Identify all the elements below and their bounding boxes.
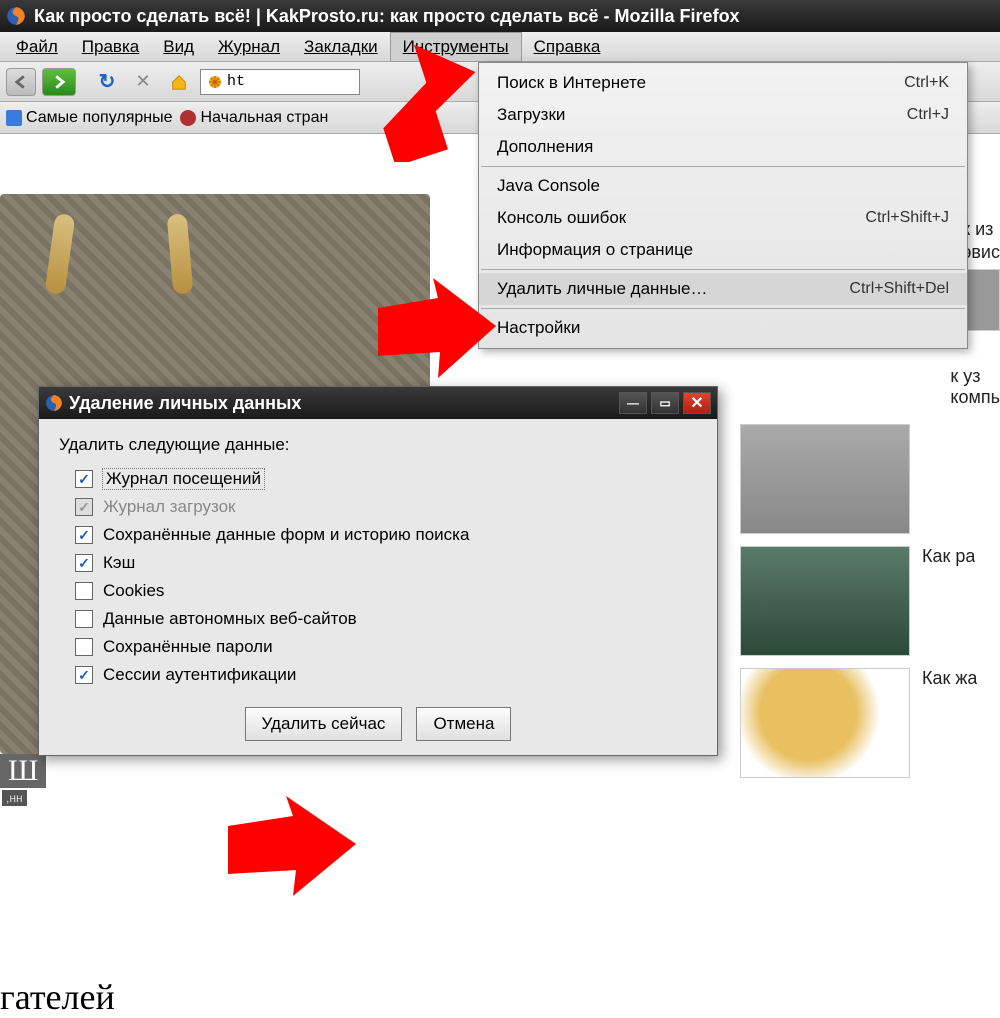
- checkbox[interactable]: [75, 638, 93, 656]
- checkbox-label: Данные автономных веб-сайтов: [103, 609, 357, 629]
- dialog-titlebar[interactable]: Удаление личных данных — ▭ ✕: [39, 387, 717, 419]
- menubar: Файл Правка Вид Журнал Закладки Инструме…: [0, 32, 1000, 62]
- checkbox[interactable]: [75, 582, 93, 600]
- checkbox[interactable]: [75, 470, 93, 488]
- checkbox[interactable]: [75, 610, 93, 628]
- menu-help[interactable]: Справка: [522, 33, 613, 61]
- text-fragment: компь: [950, 387, 1000, 408]
- thumbnail[interactable]: [740, 424, 910, 534]
- menu-item-label: Информация о странице: [497, 240, 693, 260]
- checkbox-label: Кэш: [103, 553, 135, 573]
- reload-button[interactable]: ↻: [92, 68, 122, 96]
- annotation-arrow-3: [228, 796, 358, 906]
- menu-item[interactable]: Информация о странице: [479, 234, 967, 266]
- menu-item[interactable]: Дополнения: [479, 131, 967, 163]
- bookmark-label: Самые популярные: [26, 109, 172, 127]
- text-fragment: к уз: [950, 366, 1000, 387]
- bookmark-startpage[interactable]: Начальная стран: [180, 109, 328, 127]
- checkbox-row[interactable]: Журнал посещений: [59, 465, 697, 493]
- menu-item[interactable]: Java Console: [479, 170, 967, 202]
- checkbox-label: Журнал посещений: [103, 469, 264, 489]
- stop-button[interactable]: ✕: [128, 68, 158, 96]
- maximize-button[interactable]: ▭: [651, 392, 679, 414]
- bookmark-popular[interactable]: Самые популярные: [6, 109, 172, 127]
- checkbox[interactable]: [75, 526, 93, 544]
- checkbox[interactable]: [75, 554, 93, 572]
- menu-item-label: Удалить личные данные…: [497, 279, 708, 299]
- checkbox-row[interactable]: Cookies: [59, 577, 697, 605]
- checkbox-label: Сохранённые данные форм и историю поиска: [103, 525, 469, 545]
- thumb-label: Как жа: [922, 668, 977, 689]
- thumb-label: Как ра: [922, 546, 975, 567]
- checkbox: [75, 498, 93, 516]
- annotation-arrow-2: [378, 278, 498, 388]
- menu-item-label: Настройки: [497, 318, 580, 338]
- thumbnail[interactable]: [740, 546, 910, 656]
- site-favicon-icon: [207, 74, 223, 90]
- checkbox-row[interactable]: Кэш: [59, 549, 697, 577]
- checkbox-row[interactable]: Данные автономных веб-сайтов: [59, 605, 697, 633]
- overlay-letter: Ш: [0, 754, 46, 788]
- tiny-caption: ,нн: [2, 790, 27, 806]
- menu-item[interactable]: Удалить личные данные… Ctrl+Shift+Del: [479, 273, 967, 305]
- tools-menu-dropdown: Поиск в Интернете Ctrl+K Загрузки Ctrl+J Доп…: [478, 62, 968, 349]
- menu-item-label: Консоль ошибок: [497, 208, 626, 228]
- checkbox-label: Журнал загрузок: [103, 497, 235, 517]
- forward-button[interactable]: [42, 68, 76, 96]
- menu-edit[interactable]: Правка: [70, 33, 151, 61]
- clear-now-button[interactable]: Удалить сейчас: [245, 707, 403, 741]
- checkbox-row[interactable]: Сохранённые данные форм и историю поиска: [59, 521, 697, 549]
- url-bar[interactable]: ht: [200, 69, 360, 95]
- checkbox-row: Журнал загрузок: [59, 493, 697, 521]
- clear-private-data-dialog: Удаление личных данных — ▭ ✕ Удалить сле…: [38, 386, 718, 756]
- url-text: ht: [227, 73, 245, 90]
- checkbox-row[interactable]: Сессии аутентификации: [59, 661, 697, 689]
- menu-file[interactable]: Файл: [4, 33, 70, 61]
- dialog-title: Удаление личных данных: [69, 393, 301, 414]
- menu-bookmarks[interactable]: Закладки: [292, 33, 390, 61]
- checkbox-label: Сохранённые пароли: [103, 637, 273, 657]
- checkbox-label: Сессии аутентификации: [103, 665, 296, 685]
- menu-item[interactable]: Настройки: [479, 312, 967, 344]
- menu-item-shortcut: Ctrl+K: [904, 74, 949, 92]
- bookmark-icon: [6, 110, 22, 126]
- menu-item[interactable]: Поиск в Интернете Ctrl+K: [479, 67, 967, 99]
- menu-item[interactable]: Загрузки Ctrl+J: [479, 99, 967, 131]
- menu-view[interactable]: Вид: [151, 33, 206, 61]
- sidebar-thumbs: Как ра Как жа: [740, 424, 1000, 790]
- menu-item-label: Загрузки: [497, 105, 565, 125]
- menu-item-label: Java Console: [497, 176, 600, 196]
- checkbox[interactable]: [75, 666, 93, 684]
- window-title: Как просто сделать всё! | KakProsto.ru: …: [34, 6, 740, 27]
- firefox-icon: [6, 6, 26, 26]
- bookmark-label: Начальная стран: [200, 109, 328, 127]
- page-text-fragment: гателей: [0, 976, 115, 1018]
- close-button[interactable]: ✕: [683, 392, 711, 414]
- bookmark-icon: [180, 110, 196, 126]
- menu-item-shortcut: Ctrl+Shift+J: [865, 209, 949, 227]
- firefox-icon: [45, 394, 63, 412]
- menu-history[interactable]: Журнал: [206, 33, 292, 61]
- menu-item-shortcut: Ctrl+Shift+Del: [849, 280, 949, 298]
- menu-item-shortcut: Ctrl+J: [907, 106, 949, 124]
- minimize-button[interactable]: —: [619, 392, 647, 414]
- window-titlebar: Как просто сделать всё! | KakProsto.ru: …: [0, 0, 1000, 32]
- cancel-button[interactable]: Отмена: [416, 707, 511, 741]
- checkbox-row[interactable]: Сохранённые пароли: [59, 633, 697, 661]
- menu-item-label: Поиск в Интернете: [497, 73, 646, 93]
- dialog-heading: Удалить следующие данные:: [59, 435, 697, 455]
- menu-item[interactable]: Консоль ошибок Ctrl+Shift+J: [479, 202, 967, 234]
- menu-item-label: Дополнения: [497, 137, 593, 157]
- annotation-arrow-1: [376, 42, 486, 162]
- home-button[interactable]: [164, 68, 194, 96]
- thumbnail[interactable]: [740, 668, 910, 778]
- back-button[interactable]: [6, 68, 36, 96]
- checkbox-label: Cookies: [103, 581, 164, 601]
